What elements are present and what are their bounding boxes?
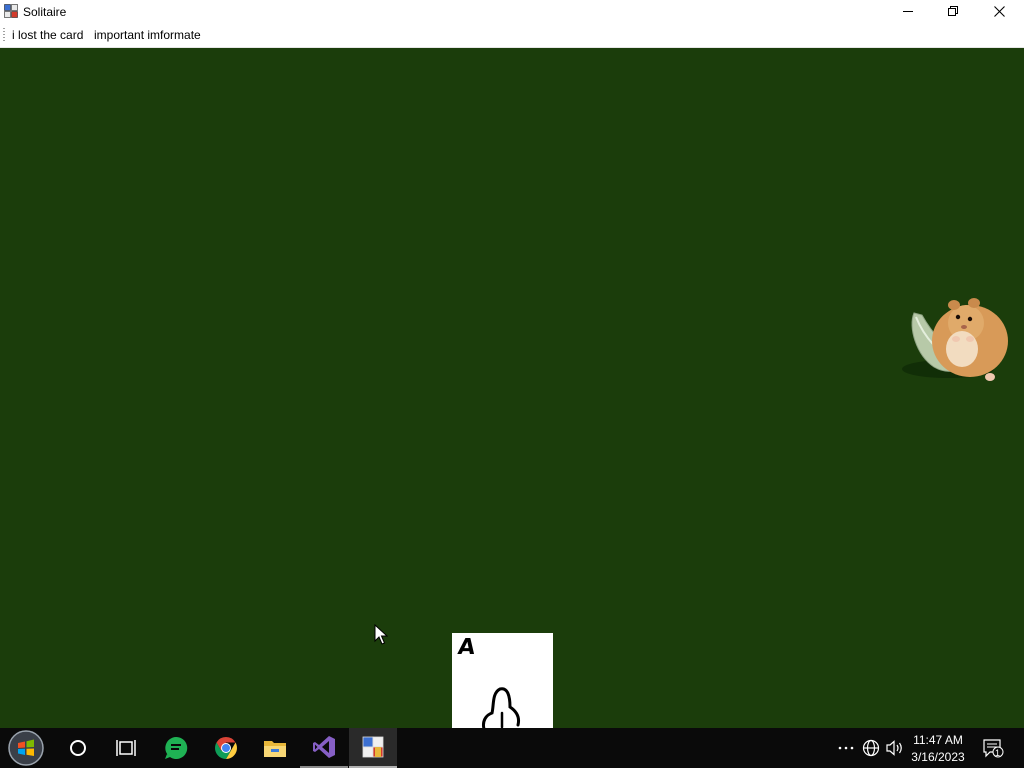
chat-app-button[interactable] bbox=[152, 728, 200, 768]
overflow-icon bbox=[838, 746, 854, 750]
menu-item-lost-card[interactable]: i lost the card bbox=[12, 28, 83, 42]
restore-icon bbox=[947, 6, 958, 16]
minimize-button[interactable] bbox=[885, 0, 931, 23]
minimize-icon bbox=[902, 11, 913, 12]
notification-icon bbox=[983, 739, 1004, 758]
card-rank: A bbox=[456, 635, 477, 660]
title-bar[interactable]: Solitaire bbox=[0, 0, 1024, 23]
solitaire-app-icon bbox=[4, 4, 18, 18]
network-button[interactable] bbox=[859, 728, 883, 768]
task-view-icon bbox=[116, 740, 136, 756]
start-button[interactable] bbox=[2, 728, 50, 768]
solitaire-app-icon bbox=[362, 736, 384, 758]
menu-bar: i lost the card important imformate bbox=[0, 23, 1024, 48]
chrome-button[interactable] bbox=[202, 728, 250, 768]
file-explorer-button[interactable] bbox=[251, 728, 299, 768]
cortana-icon bbox=[70, 740, 86, 756]
network-icon bbox=[862, 739, 880, 757]
volume-button[interactable] bbox=[883, 728, 907, 768]
chat-app-icon bbox=[165, 736, 188, 759]
clock-date: 3/16/2023 bbox=[911, 750, 965, 764]
menu-grip[interactable] bbox=[3, 28, 5, 42]
window-title: Solitaire bbox=[23, 5, 67, 19]
close-icon bbox=[993, 6, 1005, 17]
solitaire-taskbar-button[interactable] bbox=[349, 728, 397, 768]
file-explorer-icon bbox=[264, 741, 286, 757]
visual-studio-icon bbox=[313, 736, 335, 758]
hand-drawn-suit-icon bbox=[482, 687, 520, 728]
tray-overflow-button[interactable] bbox=[834, 728, 858, 768]
start-icon bbox=[8, 730, 44, 766]
game-board[interactable]: A bbox=[0, 48, 1024, 728]
close-button[interactable] bbox=[976, 0, 1022, 23]
menu-item-important-info[interactable]: important imformate bbox=[94, 28, 201, 42]
mouse-cursor bbox=[374, 624, 388, 645]
playing-card[interactable]: A bbox=[452, 633, 553, 728]
hamster-on-leaf-image[interactable] bbox=[898, 293, 1014, 389]
taskbar: 11:47 AM 3/16/2023 1 bbox=[0, 728, 1024, 768]
clock-time: 11:47 AM bbox=[913, 733, 963, 747]
notification-count: 1 bbox=[995, 748, 1001, 758]
cortana-button[interactable] bbox=[54, 728, 102, 768]
visual-studio-button[interactable] bbox=[300, 728, 348, 768]
volume-icon bbox=[886, 740, 902, 756]
action-center-button[interactable]: 1 bbox=[978, 728, 1008, 768]
task-view-button[interactable] bbox=[102, 728, 150, 768]
taskbar-clock[interactable]: 11:47 AM 3/16/2023 bbox=[906, 732, 970, 766]
restore-button[interactable] bbox=[930, 0, 976, 23]
chrome-icon bbox=[215, 737, 237, 759]
